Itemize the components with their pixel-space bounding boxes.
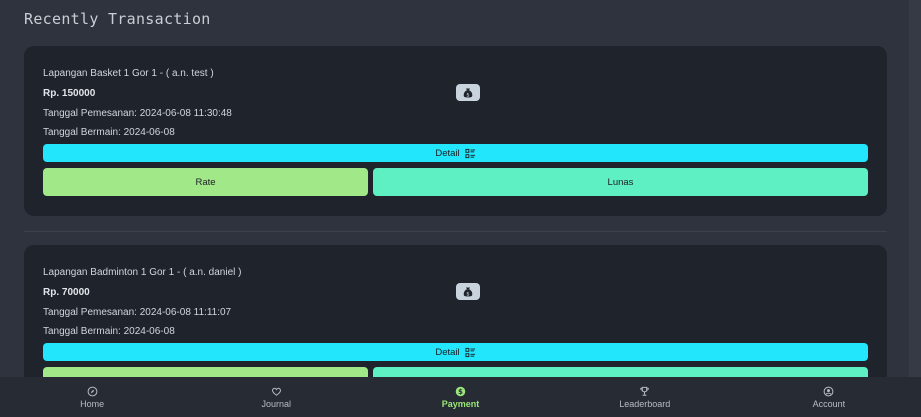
account-icon	[824, 386, 834, 396]
play-date-text: Tanggal Bermain: 2024-06-08	[43, 326, 175, 337]
journal-icon	[271, 387, 281, 396]
detail-button[interactable]: Detail	[43, 343, 868, 361]
dollar-icon: $	[455, 386, 466, 396]
card-divider	[24, 231, 887, 232]
nav-item-account[interactable]: Account	[737, 377, 921, 417]
bottom-nav: Home Journal $ Payment Leaderboard Accou…	[0, 377, 921, 417]
nav-label: Account	[812, 398, 846, 409]
play-date-text: Tanggal Bermain: 2024-06-08	[43, 127, 175, 138]
money-bag-icon: $	[456, 84, 480, 101]
nav-item-home[interactable]: Home	[0, 377, 184, 417]
nav-label: Payment	[441, 398, 480, 409]
nav-item-payment[interactable]: $ Payment	[368, 377, 552, 417]
compass-icon	[87, 386, 97, 396]
detail-button[interactable]: Detail	[43, 144, 868, 162]
detail-button-label: Detail	[435, 147, 460, 159]
nav-label: Leaderboard	[619, 398, 671, 409]
list-details-icon	[465, 148, 475, 158]
booking-date-text: Tanggal Pemesanan: 2024-06-08 11:11:07	[43, 307, 232, 318]
detail-button-label: Detail	[435, 346, 460, 358]
status-lunas-button[interactable]: Lunas	[373, 168, 868, 196]
list-details-icon	[465, 347, 475, 357]
svg-text:$: $	[458, 387, 463, 395]
page-title: Recently Transaction	[24, 10, 211, 28]
rate-button[interactable]: Rate	[43, 168, 368, 196]
nav-label: Journal	[261, 398, 292, 409]
nav-label: Home	[80, 398, 105, 409]
nav-item-journal[interactable]: Journal	[184, 377, 368, 417]
money-bag-icon: $	[456, 283, 480, 300]
transaction-card: Lapangan Basket 1 Gor 1 - ( a.n. test ) …	[24, 46, 887, 216]
svg-text:$: $	[466, 291, 469, 297]
svg-text:$: $	[466, 92, 469, 98]
price-text: Rp. 70000	[43, 287, 90, 298]
nav-item-leaderboard[interactable]: Leaderboard	[553, 377, 737, 417]
venue-text: Lapangan Badminton 1 Gor 1 - ( a.n. dani…	[43, 267, 242, 278]
trophy-icon	[640, 386, 649, 396]
price-text: Rp. 150000	[43, 88, 96, 99]
window-edge	[909, 0, 921, 417]
venue-text: Lapangan Basket 1 Gor 1 - ( a.n. test )	[43, 68, 214, 79]
booking-date-text: Tanggal Pemesanan: 2024-06-08 11:30:48	[43, 108, 232, 119]
